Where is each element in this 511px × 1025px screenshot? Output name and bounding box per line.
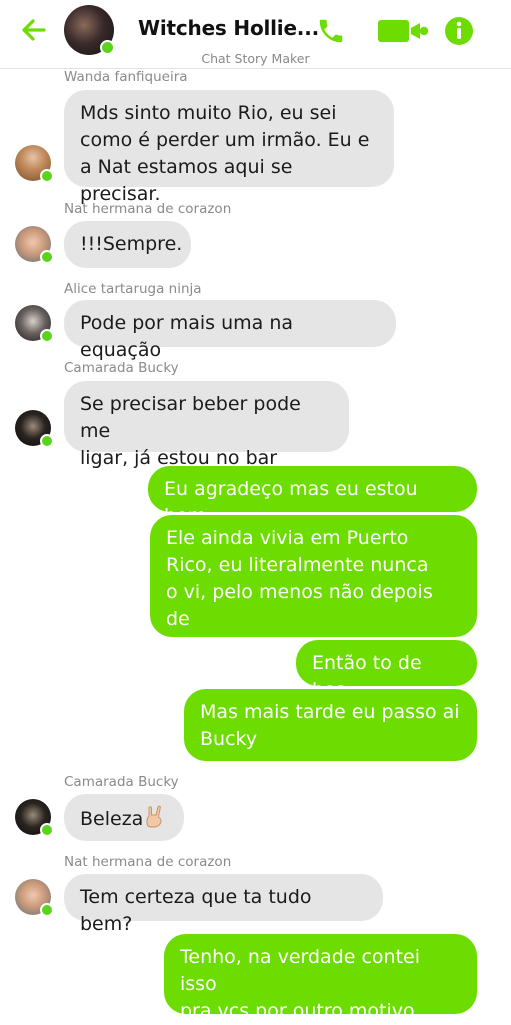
sender-name: Wanda fanfiqueira xyxy=(64,69,188,85)
avatar[interactable] xyxy=(15,145,54,183)
message-bubble-outgoing[interactable]: Mas mais tarde eu passo ai Bucky xyxy=(184,689,477,761)
avatar[interactable] xyxy=(15,226,54,264)
online-indicator xyxy=(40,250,54,264)
message-line: a Nat estamos aqui se precisar. xyxy=(80,156,293,205)
sender-name: Nat hermana de corazon xyxy=(64,854,232,870)
sender-name: Nat hermana de corazon xyxy=(64,201,232,217)
avatar[interactable] xyxy=(15,799,54,837)
message-line: como é perder um irmão. Eu e xyxy=(80,129,370,151)
online-indicator xyxy=(40,903,54,917)
message-line: o vi, pelo menos não depois de xyxy=(166,581,433,630)
group-avatar[interactable] xyxy=(64,5,115,55)
message-bubble-outgoing[interactable]: Eu agradeço mas eu estou bem xyxy=(148,466,477,527)
message-line: Mas mais tarde eu passo ai xyxy=(200,701,460,723)
arrow-left-icon[interactable] xyxy=(20,16,48,44)
message-bubble[interactable]: Tem certeza que ta tudo bem? xyxy=(64,874,383,935)
message-bubble[interactable]: Mds sinto muito Rio, eu sei como é perde… xyxy=(64,90,394,205)
sign-of-horns-icon xyxy=(146,805,162,828)
online-indicator xyxy=(40,329,54,343)
message-bubble[interactable]: !!!Sempre. xyxy=(64,221,191,268)
chat-header: Witches Hollie... Chat Story Maker xyxy=(0,0,511,69)
message-bubble[interactable]: Se precisar beber pode me ligar, já esto… xyxy=(64,381,349,469)
video-camera-icon[interactable] xyxy=(377,17,429,45)
message-line: Pode por mais uma na equação xyxy=(80,312,294,361)
message-line: Rico, eu literalmente nunca xyxy=(166,554,429,576)
message-line: Ele ainda vivia em Puerto xyxy=(166,527,409,549)
chat-subtitle: Chat Story Maker xyxy=(201,51,310,66)
message-bubble-outgoing[interactable]: Tenho, na verdade contei isso pra vcs po… xyxy=(164,934,477,1022)
online-indicator xyxy=(40,169,54,183)
avatar[interactable] xyxy=(15,410,54,448)
message-line: Beleza xyxy=(80,808,144,830)
info-icon[interactable] xyxy=(444,16,474,46)
avatar[interactable] xyxy=(15,879,54,917)
message-bubble[interactable]: Beleza xyxy=(64,794,184,841)
phone-icon[interactable] xyxy=(316,16,346,46)
message-line: Tem certeza que ta tudo bem? xyxy=(80,886,312,935)
message-line: Mds sinto muito Rio, eu sei xyxy=(80,102,337,124)
message-line: pra vcs por outro motivo.. xyxy=(180,1000,427,1022)
message-line: !!!Sempre. xyxy=(80,233,183,255)
online-indicator xyxy=(40,434,54,448)
avatar[interactable] xyxy=(15,305,54,343)
sender-name: Alice tartaruga ninja xyxy=(64,281,202,297)
message-bubble-outgoing[interactable]: Então to de boa xyxy=(296,640,477,701)
message-bubble[interactable]: Pode por mais uma na equação xyxy=(64,300,396,361)
message-line: Bucky xyxy=(200,728,258,750)
message-bubble-outgoing[interactable]: Ele ainda vivia em Puerto Rico, eu liter… xyxy=(150,515,477,684)
online-indicator xyxy=(40,823,54,837)
message-line: Se precisar beber pode me xyxy=(80,393,301,442)
message-line: Tenho, na verdade contei isso xyxy=(180,946,421,995)
sender-name: Camarada Bucky xyxy=(64,774,179,790)
chat-title[interactable]: Witches Hollie... xyxy=(138,16,319,40)
sender-name: Camarada Bucky xyxy=(64,360,179,376)
